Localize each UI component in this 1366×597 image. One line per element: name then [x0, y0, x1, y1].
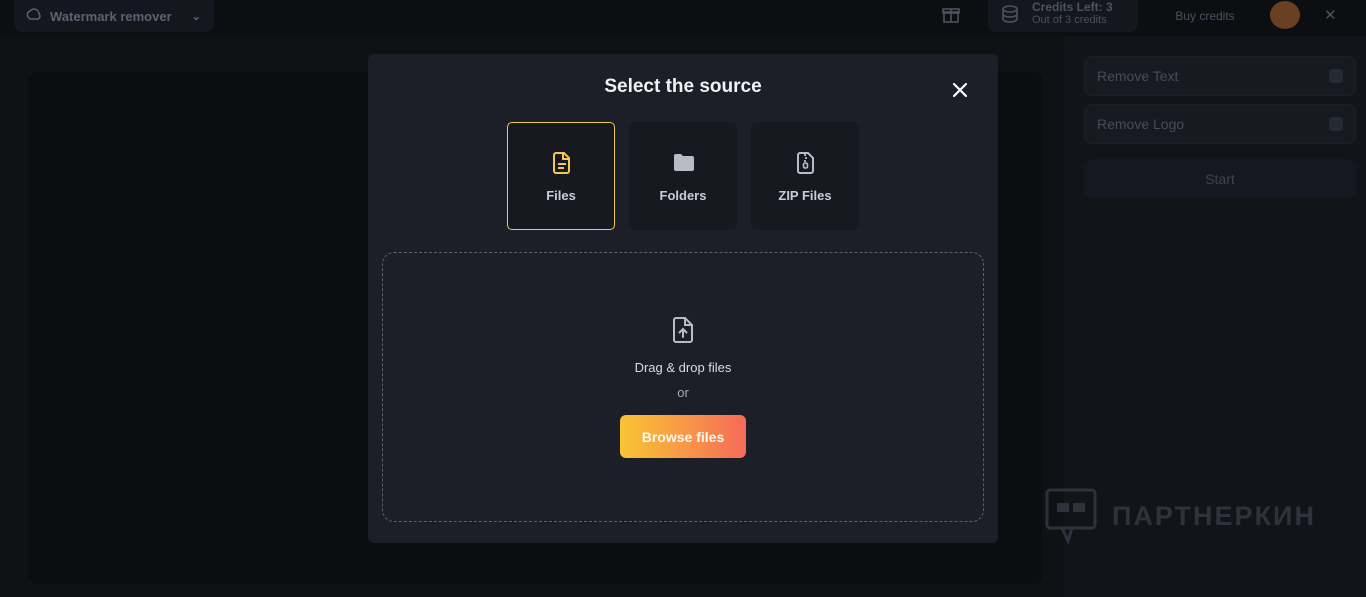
browse-files-button[interactable]: Browse files	[620, 415, 746, 458]
modal-title: Select the source	[604, 76, 762, 97]
source-tab-label: ZIP Files	[778, 188, 832, 203]
source-tab-folders[interactable]: Folders	[629, 122, 737, 230]
file-icon	[553, 152, 570, 174]
source-tab-files[interactable]: Files	[507, 122, 615, 230]
dropzone-text: Drag & drop files	[634, 360, 732, 375]
file-upload-icon	[673, 317, 693, 343]
dropzone[interactable]: Drag & drop files or Browse files	[382, 252, 984, 522]
zip-file-icon	[797, 152, 814, 174]
source-tab-label: Files	[546, 188, 576, 203]
source-tab-zip-files[interactable]: ZIP Files	[751, 122, 859, 230]
source-modal: Select the source Files Folders ZIP File…	[368, 54, 998, 543]
close-icon[interactable]	[950, 80, 970, 100]
dropzone-or: or	[677, 385, 689, 400]
source-tab-label: Folders	[659, 188, 707, 203]
folder-icon	[674, 154, 694, 171]
